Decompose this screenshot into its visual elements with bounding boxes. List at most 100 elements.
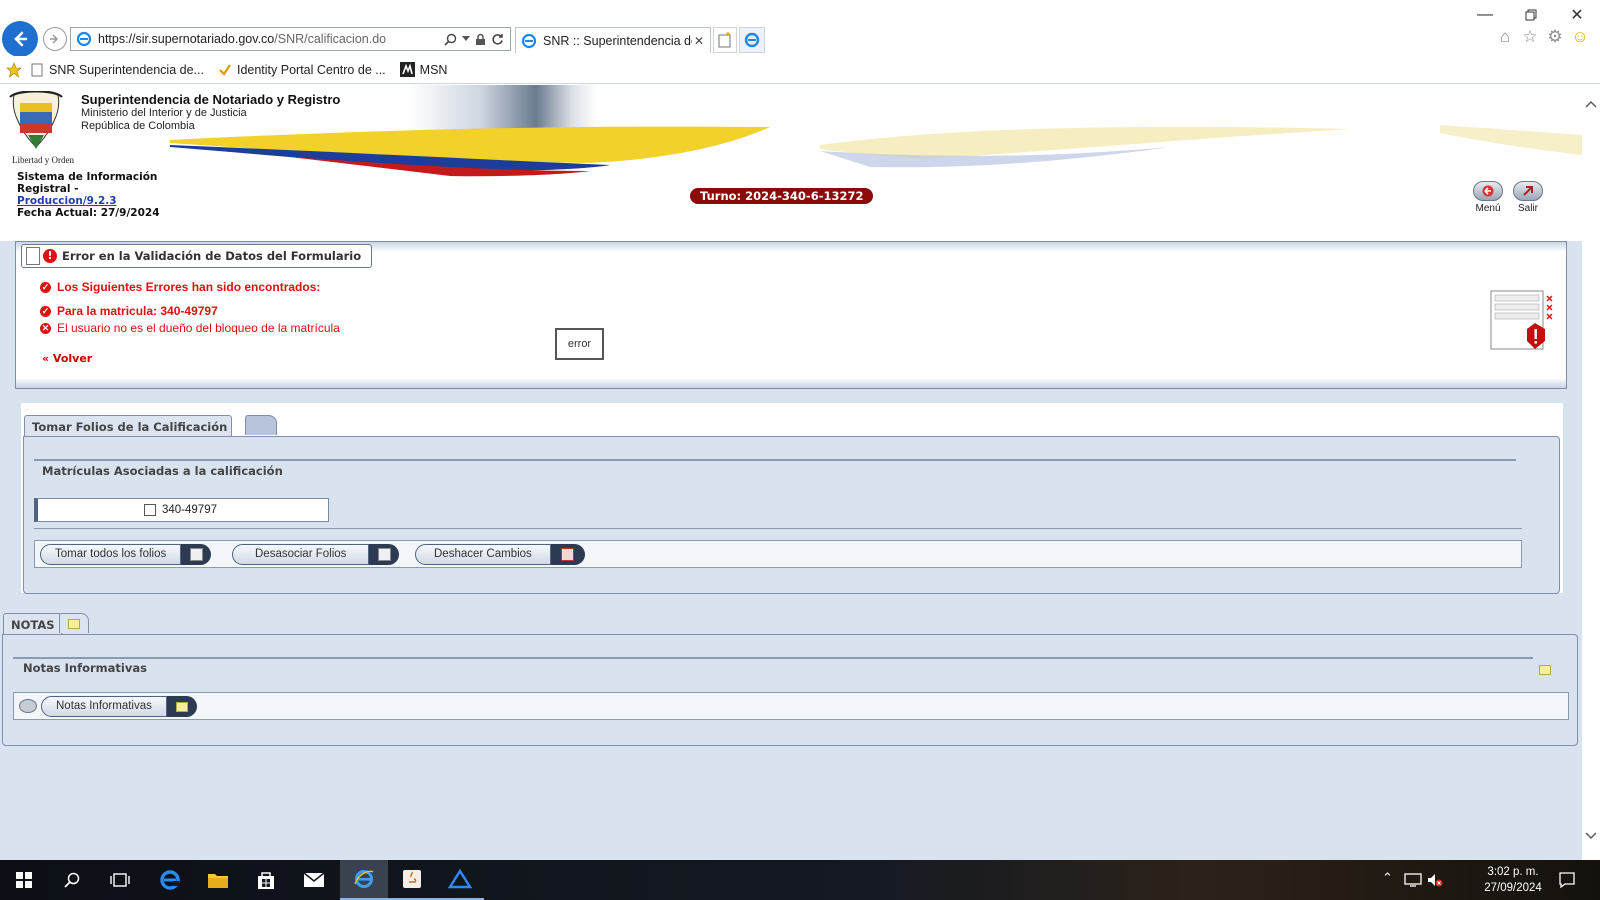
taskbar-java[interactable] [388, 860, 436, 900]
tab-notas[interactable]: NOTAS [3, 613, 62, 635]
clock-time: 3:02 p. m. [1487, 866, 1539, 878]
taskbar-edge[interactable] [146, 860, 194, 900]
desasociar-folios-button[interactable]: Desasociar Folios [232, 544, 400, 565]
deshacer-cambios-button[interactable]: Deshacer Cambios [415, 544, 585, 565]
salir-button[interactable]: Salir [1510, 181, 1546, 214]
volume-muted-icon[interactable] [1426, 872, 1444, 888]
exit-icon [1513, 181, 1543, 201]
error-matricula: ✓ Para la matricula: 340-49797 [40, 304, 218, 318]
start-button[interactable] [0, 860, 48, 900]
arrow-right-icon [50, 34, 59, 44]
panel-band-bottom [16, 378, 1566, 388]
folder-icon [208, 874, 228, 888]
menu-button[interactable]: Menú [1470, 181, 1506, 214]
chevron-down-icon[interactable] [462, 36, 470, 42]
sticky-note-icon [175, 701, 188, 712]
restore-icon [1525, 9, 1537, 21]
clock-date: 27/09/2024 [1484, 882, 1542, 894]
calificacion-section: Tomar Folios de la Calificación Matrícul… [21, 403, 1563, 594]
taskbar-app-triangle[interactable] [436, 860, 484, 900]
matricula-label: 340-49797 [162, 504, 217, 516]
favorite-snr[interactable]: SNR Superintendencia de... [30, 63, 204, 77]
search-button[interactable] [48, 860, 96, 900]
error-title-text: Error en la Validación de Datos del Form… [62, 249, 362, 263]
tomar-todos-folios-button[interactable]: Tomar todos los folios [40, 544, 212, 565]
flag-banner-image [170, 85, 1582, 177]
close-tab-icon[interactable]: ✕ [692, 34, 706, 48]
taskbar-mail[interactable] [290, 860, 338, 900]
windows-logo-icon [16, 872, 32, 888]
forward-button[interactable] [43, 27, 67, 51]
matricula-row: 340-49797 [34, 498, 329, 522]
favorites-star-icon[interactable]: ☆ [1521, 27, 1539, 46]
folios-remove-icon [377, 548, 391, 561]
taskbar-file-explorer[interactable] [194, 860, 242, 900]
sticky-note-icon[interactable] [1539, 665, 1551, 675]
error-x-icon: ✕ [40, 322, 51, 334]
gear-icon[interactable]: ⚙ [1546, 27, 1564, 46]
new-tab-button[interactable] [713, 27, 737, 53]
matriculas-section-title: Matrículas Asociadas a la calificación [42, 464, 283, 478]
tab-secondary[interactable] [245, 415, 277, 435]
favorite-identity-portal[interactable]: Identity Portal Centro de ... [218, 63, 386, 77]
refresh-icon[interactable] [491, 33, 504, 46]
web-page: Libertad y Orden Superintendencia de Not… [0, 85, 1582, 860]
notas-informativas-button[interactable]: Notas Informativas [41, 696, 197, 717]
store-icon [258, 872, 274, 889]
favorites-add-icon[interactable] [6, 61, 22, 78]
ie-icon [354, 870, 374, 888]
scroll-down-icon[interactable] [1585, 829, 1597, 841]
url-text: https://sir.supernotariado.gov.co/SNR/ca… [98, 32, 444, 46]
checkmark-shield-icon [219, 63, 231, 76]
task-view-icon [110, 873, 130, 887]
undo-x-icon [561, 548, 575, 561]
msn-icon [399, 62, 415, 77]
vertical-scrollbar[interactable] [1582, 85, 1600, 860]
system-clock[interactable]: 3:02 p. m. 27/09/2024 [1478, 864, 1548, 896]
section-rule [13, 657, 1533, 659]
error-check-icon: ✓ [40, 305, 51, 317]
calificacion-actions: Tomar todos los folios Desasociar Folios… [34, 540, 1522, 568]
close-window-button[interactable]: ✕ [1554, 4, 1600, 26]
lock-icon[interactable] [475, 33, 486, 46]
edge-icon [160, 870, 180, 890]
browser-tab[interactable]: SNR :: Superintendencia de ... ✕ [515, 27, 711, 53]
system-name-2: Registral - [17, 183, 79, 195]
restore-button[interactable] [1508, 4, 1554, 26]
minimize-button[interactable]: — [1462, 4, 1508, 26]
turno-badge: Turno: 2024-340-6-13272 [690, 188, 874, 204]
section-rule [34, 459, 1516, 461]
matricula-checkbox[interactable] [144, 504, 156, 516]
favorite-msn[interactable]: MSN [399, 62, 447, 77]
search-icon [64, 872, 80, 888]
version-link[interactable]: Produccion/9.2.3 [17, 195, 117, 207]
smiley-feedback-icon[interactable]: ☺ [1571, 27, 1589, 46]
triangle-app-icon [448, 869, 472, 889]
site-header: Libertad y Orden Superintendencia de Not… [0, 85, 1582, 241]
edge-switch-button[interactable] [739, 27, 765, 53]
colombia-coat-of-arms-logo [9, 91, 63, 149]
arrow-left-icon [14, 31, 28, 47]
favorites-bar: SNR Superintendencia de... Identity Port… [0, 56, 1600, 84]
favorite-label: Identity Portal Centro de ... [236, 62, 386, 77]
page-icon [31, 63, 43, 76]
search-icon[interactable] [444, 33, 457, 46]
task-view-button[interactable] [96, 860, 144, 900]
sticky-note-icon [68, 618, 80, 629]
scroll-up-icon[interactable] [1585, 99, 1597, 111]
new-tab-icon [718, 32, 731, 48]
current-date: Fecha Actual: 27/9/2024 [17, 207, 160, 219]
back-button[interactable] [2, 21, 38, 57]
address-bar[interactable]: https://sir.supernotariado.gov.co/SNR/ca… [70, 27, 511, 51]
globe-hand-icon [19, 699, 37, 713]
tray-chevron-up-icon[interactable]: ⌃ [1382, 870, 1393, 886]
notifications-icon[interactable] [1558, 871, 1576, 889]
home-icon[interactable]: ⌂ [1496, 27, 1514, 46]
taskbar-internet-explorer[interactable] [340, 860, 388, 900]
tab-notas-icon[interactable] [59, 613, 89, 633]
error-panel: ! Error en la Validación de Datos del Fo… [15, 241, 1567, 389]
volver-link[interactable]: « Volver [42, 352, 92, 365]
tab-tomar-folios[interactable]: Tomar Folios de la Calificación [24, 415, 233, 437]
network-icon[interactable] [1404, 872, 1422, 888]
taskbar-store[interactable] [242, 860, 290, 900]
